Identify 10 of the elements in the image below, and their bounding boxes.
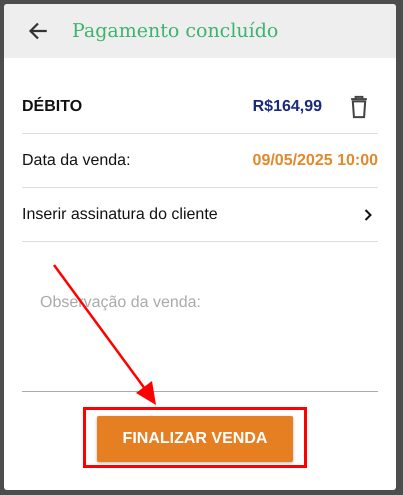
payment-amount: R$164,99 (252, 98, 322, 116)
back-arrow-icon[interactable] (28, 21, 48, 41)
payment-method: DÉBITO (22, 98, 84, 116)
sale-date-value: 09/05/2025 10:00 (252, 152, 378, 170)
chevron-right-icon (364, 208, 372, 220)
dialog-title: Pagamento concluído (72, 20, 278, 42)
signature-label: Inserir assinatura do cliente (22, 206, 219, 224)
trash-icon[interactable] (350, 94, 368, 118)
sale-date-label: Data da venda: (22, 152, 132, 170)
finish-sale-button[interactable]: FINALIZAR VENDA (97, 416, 293, 462)
